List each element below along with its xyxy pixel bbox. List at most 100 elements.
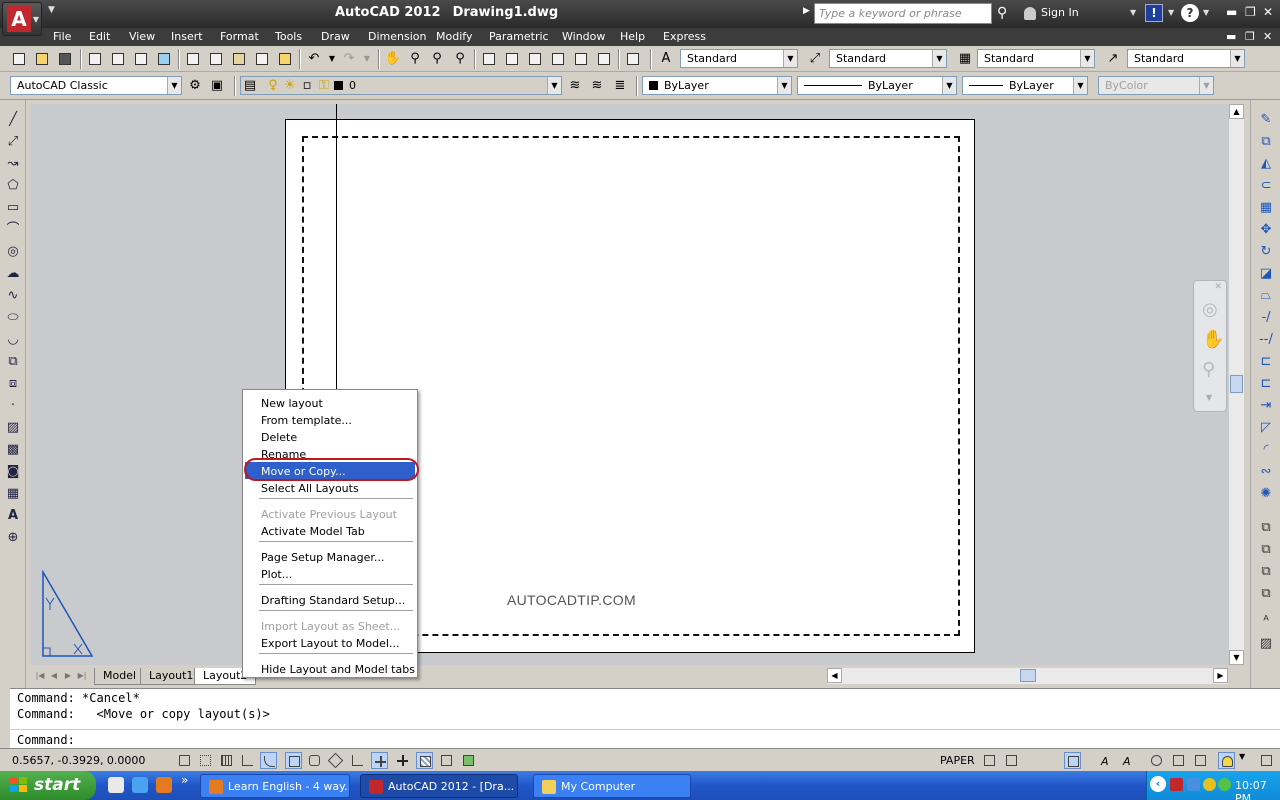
vertical-scroll-thumb[interactable] <box>1230 375 1243 393</box>
next-tab-button[interactable]: ▶ <box>62 669 74 682</box>
pan-icon[interactable]: ✋ <box>384 50 402 68</box>
notepad-quicklaunch-icon[interactable] <box>108 777 124 793</box>
ortho-mode-icon[interactable] <box>239 752 256 769</box>
scroll-down-button[interactable]: ▼ <box>1229 650 1244 665</box>
horizontal-scroll-thumb[interactable] <box>1020 669 1036 682</box>
color-select[interactable]: ByLayer ▼ <box>642 76 792 95</box>
menu-parametric[interactable]: Parametric <box>489 30 549 43</box>
block-editor-icon[interactable] <box>276 50 294 68</box>
tab-model[interactable]: Model <box>94 668 146 685</box>
application-menu-button[interactable]: A ▼ <box>2 2 42 36</box>
internet-explorer-quicklaunch-icon[interactable] <box>132 777 148 793</box>
rectangle-icon[interactable]: ▭ <box>5 200 21 216</box>
menu-item-new-layout[interactable]: New layout <box>245 394 415 411</box>
menu-draw[interactable]: Draw <box>321 30 350 43</box>
exchange-dropdown[interactable]: ▼ <box>1168 8 1174 17</box>
3d-object-snap-icon[interactable] <box>306 752 323 769</box>
paste-icon[interactable] <box>230 50 248 68</box>
menu-format[interactable]: Format <box>220 30 259 43</box>
minimize-button[interactable]: ▬ <box>1226 5 1237 19</box>
network-tray-icon[interactable] <box>1187 778 1200 791</box>
taskbar-item-autocad[interactable]: AutoCAD 2012 - [Dra... <box>360 774 518 798</box>
make-current-layer-icon[interactable]: ≋ <box>566 77 584 95</box>
lineweight-select[interactable]: ByLayer ▼ <box>962 76 1088 95</box>
update-tray-icon[interactable] <box>1218 778 1231 791</box>
close-button[interactable]: ✕ <box>1263 5 1273 19</box>
restore-button[interactable]: ❐ <box>1245 5 1256 19</box>
blend-curves-icon[interactable]: ∾ <box>1258 464 1274 480</box>
ellipse-arc-icon[interactable]: ◡ <box>5 332 21 348</box>
quick-properties-icon[interactable] <box>438 752 455 769</box>
show-lineweight-icon[interactable] <box>394 752 411 769</box>
dynamic-input-icon[interactable] <box>371 752 388 769</box>
menu-window[interactable]: Window <box>562 30 605 43</box>
match-properties-icon[interactable] <box>253 50 271 68</box>
help-icon[interactable]: ? <box>1181 4 1199 22</box>
horizontal-scrollbar[interactable]: ◀ ▶ <box>827 668 1228 684</box>
table-icon[interactable]: ▦ <box>5 486 21 502</box>
start-button[interactable]: start <box>0 771 96 800</box>
vertical-scrollbar[interactable]: ▲ ▼ <box>1229 104 1244 665</box>
clock[interactable]: 10:07 PM <box>1235 779 1280 800</box>
chamfer-icon[interactable]: ◸ <box>1258 420 1274 436</box>
quick-view-drawings-icon[interactable] <box>1003 752 1020 769</box>
menu-item-import-layout-as-sheet[interactable]: Import Layout as Sheet... <box>245 617 415 634</box>
sign-in-button[interactable]: Sign In <box>1024 6 1079 20</box>
table-style-select[interactable]: Standard ▼ <box>977 49 1095 68</box>
search-input[interactable]: Type a keyword or phrase <box>814 3 992 24</box>
previous-tab-button[interactable]: ◀ <box>48 669 60 682</box>
menu-file[interactable]: File <box>53 30 71 43</box>
zoom-realtime-icon[interactable]: ⚲ <box>406 50 424 68</box>
multiline-text-icon[interactable]: A <box>5 508 21 524</box>
plot-preview-icon[interactable] <box>109 50 127 68</box>
save-icon[interactable] <box>56 50 74 68</box>
paper-space-toggle[interactable]: PAPER <box>940 754 975 767</box>
steering-wheel-icon[interactable]: ◎ <box>1202 299 1218 320</box>
transparency-icon[interactable] <box>416 752 433 769</box>
drawing-restore-button[interactable]: ❐ <box>1245 30 1255 43</box>
scroll-left-button[interactable]: ◀ <box>827 668 842 683</box>
menu-view[interactable]: View <box>129 30 155 43</box>
layer-select[interactable]: 0 ▼ <box>240 76 562 95</box>
open-file-icon[interactable] <box>33 50 51 68</box>
cut-icon[interactable] <box>184 50 202 68</box>
object-snap-tracking-icon[interactable] <box>327 752 344 769</box>
taskbar-item-browser[interactable]: Learn English - 4 way... <box>200 774 350 798</box>
layer-state-icon[interactable]: ≣ <box>611 77 629 95</box>
menu-item-page-setup-manager[interactable]: Page Setup Manager... <box>245 548 415 565</box>
properties-icon[interactable] <box>480 50 498 68</box>
design-center-icon[interactable] <box>503 50 521 68</box>
point-icon[interactable]: · <box>5 398 21 414</box>
draworder-back-icon[interactable]: ⧉ <box>1258 542 1274 558</box>
menu-express[interactable]: Express <box>663 30 706 43</box>
line-icon[interactable]: ╱ <box>5 112 21 128</box>
linetype-select[interactable]: ByLayer ▼ <box>797 76 957 95</box>
multileader-style-select[interactable]: Standard ▼ <box>1127 49 1245 68</box>
draworder-above-icon[interactable]: ⧉ <box>1258 564 1274 580</box>
isolate-objects-lightbulb-icon[interactable] <box>1218 752 1235 769</box>
search-expand-icon[interactable]: ▶ <box>803 6 810 16</box>
dynamic-ucs-icon[interactable] <box>349 752 366 769</box>
exchange-icon[interactable]: ! <box>1145 4 1163 22</box>
add-selected-icon[interactable]: ⊕ <box>5 530 21 546</box>
navbar-dropdown[interactable]: ▼ <box>1206 393 1212 402</box>
zoom-previous-icon[interactable]: ⚲ <box>451 50 469 68</box>
draworder-under-icon[interactable]: ⧉ <box>1258 586 1274 602</box>
menu-item-activate-model-tab[interactable]: Activate Model Tab <box>245 522 415 539</box>
workspace-save-icon[interactable]: ▣ <box>208 77 226 95</box>
polyline-icon[interactable]: ↝ <box>5 156 21 172</box>
menu-dimension[interactable]: Dimension <box>368 30 426 43</box>
trim-icon[interactable]: -/ <box>1258 310 1274 326</box>
revision-cloud-icon[interactable]: ☁ <box>5 266 21 282</box>
calculator-icon[interactable] <box>595 50 613 68</box>
scroll-up-button[interactable]: ▲ <box>1229 104 1244 119</box>
help-toolbar-icon[interactable] <box>624 50 642 68</box>
security-tray-icon[interactable] <box>1203 778 1216 791</box>
hardware-acceleration-icon[interactable] <box>1192 752 1209 769</box>
polygon-icon[interactable]: ⬠ <box>5 178 21 194</box>
menu-item-delete[interactable]: Delete <box>245 428 415 445</box>
workspace-settings-icon[interactable]: ⚙ <box>186 77 204 95</box>
drawing-minimize-button[interactable]: ▬ <box>1226 30 1236 43</box>
markup-set-icon[interactable] <box>572 50 590 68</box>
binoculars-icon[interactable]: ⚲ <box>997 5 1007 21</box>
